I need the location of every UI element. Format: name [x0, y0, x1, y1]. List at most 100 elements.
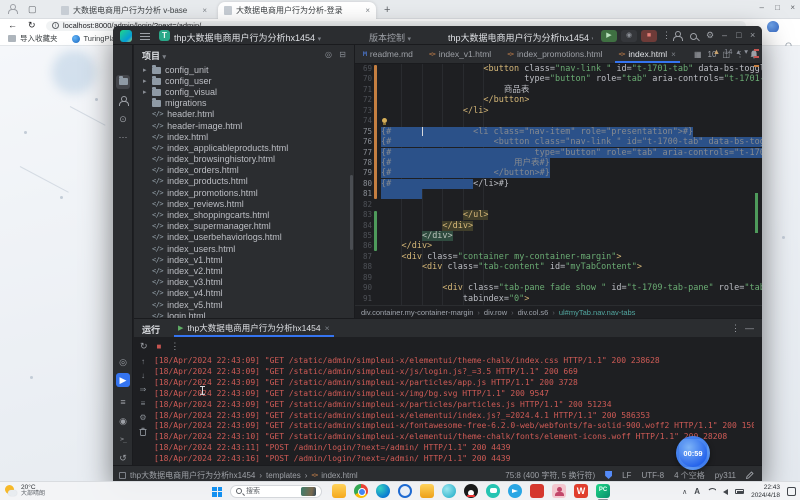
tree-item-index_orders-html[interactable]: </> index_orders.html: [134, 165, 355, 176]
browser-minimize-button[interactable]: –: [760, 3, 764, 12]
line-separator-widget[interactable]: LF: [622, 471, 631, 480]
breadcrumb-item[interactable]: div.col.s6: [518, 308, 549, 317]
taskbar-app-pycharm[interactable]: [596, 484, 610, 500]
stripe-target-icon[interactable]: ◎: [116, 355, 130, 369]
interpreter-widget[interactable]: py311: [715, 471, 736, 480]
stop-button[interactable]: ■: [641, 29, 657, 42]
console-output[interactable]: [18/Apr/2024 22:43:09] "GET /static/admi…: [154, 356, 754, 464]
wifi-icon[interactable]: [707, 488, 716, 495]
tree-item-index_products-html[interactable]: </> index_products.html: [134, 176, 355, 187]
speaker-icon[interactable]: [723, 488, 729, 495]
editor-tab-index_promotions-html[interactable]: <> index_promotions.html: [499, 45, 610, 63]
tab-actions-icon[interactable]: ▢: [28, 4, 37, 15]
tab-close-icon[interactable]: ×: [365, 6, 370, 15]
taskbar-app-explorer[interactable]: [332, 484, 346, 498]
reload-icon[interactable]: ↻: [28, 20, 36, 31]
encoding-widget[interactable]: UTF-8: [641, 471, 664, 480]
editor-error-stripe[interactable]: [754, 45, 759, 286]
back-icon[interactable]: ←: [8, 20, 17, 30]
console-scroll-icon[interactable]: ≡: [141, 399, 146, 408]
tree-item-index_applicableproducts-html[interactable]: </> index_applicableproducts.html: [134, 142, 355, 153]
run-panel-hide-icon[interactable]: —: [745, 323, 754, 333]
site-info-icon[interactable]: i: [52, 22, 59, 29]
editor-tab-index_v1-html[interactable]: <> index_v1.html: [421, 45, 499, 63]
tree-item-index_browsinghistory-html[interactable]: </> index_browsinghistory.html: [134, 154, 355, 165]
tray-expand-icon[interactable]: ∧: [682, 488, 687, 496]
tree-item-config_visual[interactable]: ▸ config_visual: [134, 86, 355, 97]
tree-item-header-html[interactable]: </> header.html: [134, 109, 355, 120]
console-clear-icon[interactable]: [139, 427, 147, 438]
protection-shield-icon[interactable]: [605, 471, 613, 479]
notification-center-icon[interactable]: [787, 487, 796, 496]
breadcrumb-item[interactable]: div.container.my-container-margin: [361, 308, 473, 317]
search-everywhere-icon[interactable]: [690, 32, 697, 42]
chevron-right-icon[interactable]: ▸: [143, 77, 151, 85]
breadcrumb-item[interactable]: ul#myTab.nav.nav-tabs: [559, 308, 636, 317]
debug-button[interactable]: ◉: [621, 29, 637, 42]
console-down-icon[interactable]: ↓: [141, 371, 145, 380]
run-button[interactable]: ▶: [601, 29, 617, 42]
run-tab-close-icon[interactable]: ×: [325, 323, 330, 333]
ide-maximize-button[interactable]: □: [736, 30, 741, 40]
taskbar-app-tg[interactable]: [508, 484, 522, 498]
console-up-icon[interactable]: ↑: [141, 357, 145, 366]
new-tab-button[interactable]: +: [384, 4, 390, 16]
ide-close-button[interactable]: ×: [750, 30, 755, 40]
stripe-history-icon[interactable]: ↺: [116, 451, 130, 465]
main-menu-icon[interactable]: [140, 31, 150, 41]
recording-timer-overlay[interactable]: 00:59: [676, 436, 710, 470]
battery-icon[interactable]: [735, 489, 745, 494]
console-stop-icon[interactable]: ■: [157, 342, 162, 351]
taskbar-app-contact[interactable]: [552, 484, 566, 498]
tree-item-index_v3-html[interactable]: </> index_v3.html: [134, 277, 355, 288]
taskbar-app-blue[interactable]: [398, 484, 412, 498]
stripe-more-icon[interactable]: ⋯: [116, 130, 130, 144]
more-actions-icon[interactable]: ⋮: [662, 30, 671, 41]
editor-tab-index-html[interactable]: <> index.html ×: [611, 45, 684, 63]
browser-close-button[interactable]: ×: [790, 3, 795, 12]
tree-item-index_supermanager-html[interactable]: </> index_supermanager.html: [134, 221, 355, 232]
stripe-commit-icon[interactable]: ⊙: [116, 112, 130, 126]
tab-close-icon[interactable]: ×: [202, 6, 207, 15]
stripe-run-icon[interactable]: ▶: [116, 373, 130, 387]
tree-item-migrations[interactable]: migrations: [134, 98, 355, 109]
run-panel-options-icon[interactable]: ⋮: [731, 323, 740, 334]
caret-position-widget[interactable]: 75:8 (400 字符, 5 换行符): [505, 470, 595, 481]
console-more-icon[interactable]: ⋮: [170, 341, 179, 352]
tree-item-index_shoppingcarts-html[interactable]: </> index_shoppingcarts.html: [134, 209, 355, 220]
edit-pencil-icon[interactable]: [746, 471, 754, 479]
tree-item-index-html[interactable]: </> index.html: [134, 131, 355, 142]
taskbar-app-folder[interactable]: [420, 484, 434, 498]
inspections-widget[interactable]: ▲ 14 ▴ ▾: [713, 47, 748, 56]
tree-item-index_promotions-html[interactable]: </> index_promotions.html: [134, 187, 355, 198]
tree-scrollbar[interactable]: [350, 175, 353, 250]
tree-item-index_v5-html[interactable]: </> index_v5.html: [134, 299, 355, 310]
tab-close-icon[interactable]: ×: [671, 50, 676, 59]
tree-item-config_user[interactable]: ▸ config_user: [134, 75, 355, 86]
taskbar-app-wps[interactable]: W: [574, 484, 588, 498]
start-button[interactable]: [212, 486, 222, 497]
tree-item-index_userbehaviorlogs-html[interactable]: </> index_userbehaviorlogs.html: [134, 232, 355, 243]
breadcrumb-item[interactable]: div.row: [484, 308, 507, 317]
project-panel-title[interactable]: 项目 ▾: [142, 49, 166, 62]
tree-item-config_unit[interactable]: ▸ config_unit: [134, 64, 355, 75]
taskbar-app-cyan[interactable]: [442, 484, 456, 498]
console-softwrap-icon[interactable]: ⇒: [140, 385, 147, 394]
tree-item-index_users-html[interactable]: </> index_users.html: [134, 243, 355, 254]
console-settings-icon[interactable]: ⚙: [139, 413, 146, 422]
grid-view-icon[interactable]: ▦: [694, 50, 702, 59]
stripe-profiler-icon[interactable]: ◉: [116, 414, 130, 428]
settings-gear-icon[interactable]: ⚙: [706, 30, 714, 41]
stripe-terminal-icon[interactable]: >_: [116, 432, 130, 446]
vcs-menu[interactable]: 版本控制 ▾: [369, 31, 411, 44]
taskbar-app-red[interactable]: [530, 484, 544, 498]
tree-item-index_reviews-html[interactable]: </> index_reviews.html: [134, 198, 355, 209]
bookmark-import[interactable]: 导入收藏夹: [8, 33, 58, 44]
locate-file-icon[interactable]: ◎: [325, 50, 332, 59]
taskbar-search[interactable]: 搜索: [230, 484, 322, 498]
browser-tab[interactable]: 大数据电商用户行为分析 v-base ×: [55, 2, 213, 19]
stripe-services-icon[interactable]: ≡: [116, 395, 130, 409]
taskbar-app-qq[interactable]: [464, 484, 478, 498]
intention-bulb-icon[interactable]: [382, 118, 387, 126]
tree-item-login-html[interactable]: </> login.html: [134, 310, 355, 318]
